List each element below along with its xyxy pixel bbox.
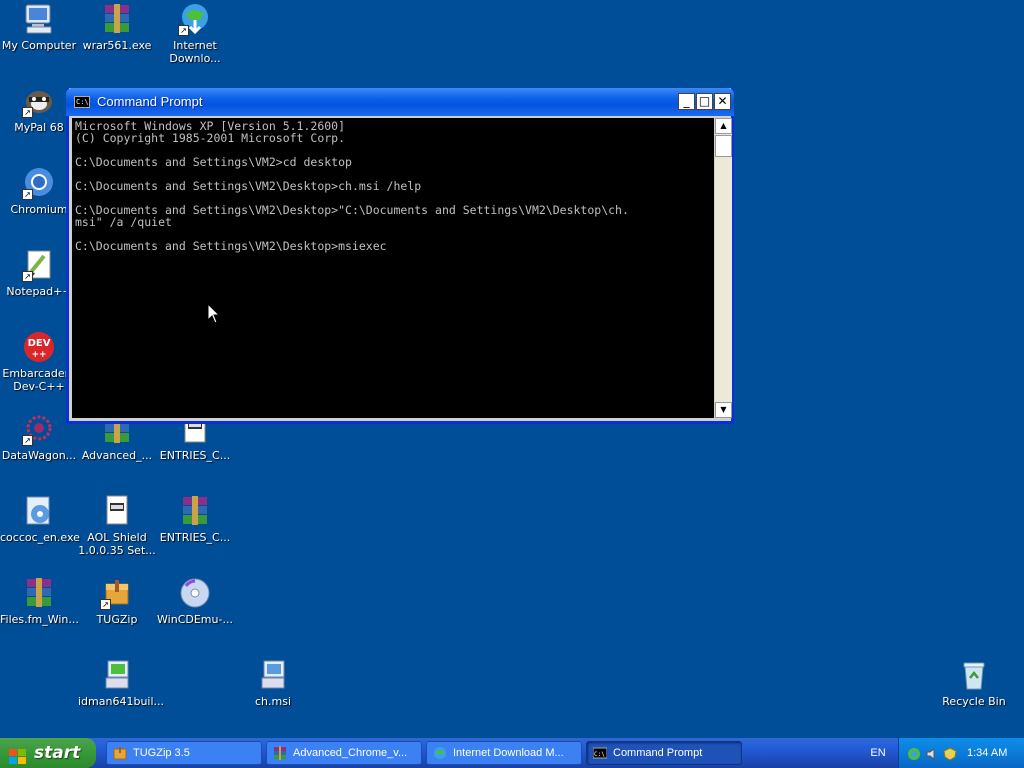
desktop-icon-entries-rar[interactable]: ENTRIES_C... (156, 494, 234, 544)
icon-label: idman641buil... (78, 695, 165, 708)
taskbar: start TUGZip 3.5 Advanced_Chrome_v... In… (0, 738, 1024, 768)
tugzip-icon (113, 746, 127, 760)
icon-label: Files.fm_Win... (0, 613, 79, 626)
cd-icon (178, 576, 212, 610)
icon-label: wrar561.exe (82, 39, 152, 52)
idm-icon (433, 746, 447, 760)
icon-label: Recycle Bin (942, 695, 1006, 708)
scroll-up-button[interactable]: ▲ (715, 118, 732, 134)
icon-label: DataWagon... (1, 449, 77, 462)
desktop-icon-wrar561[interactable]: wrar561.exe (78, 2, 156, 52)
window-title: Command Prompt (97, 94, 203, 109)
desktop-icon-my-computer[interactable]: My Computer (0, 2, 78, 52)
msi-icon (100, 494, 134, 528)
desktop-icon-recycle-bin[interactable]: Recycle Bin (935, 658, 1013, 708)
console-line: (C) Copyright 1985-2001 Microsoft Corp. (75, 131, 346, 145)
windows-flag-icon (9, 745, 27, 764)
task-label: TUGZip 3.5 (133, 747, 190, 759)
task-label: Advanced_Chrome_v... (293, 747, 408, 759)
icon-label: coccoc_en.exe (0, 531, 80, 544)
start-button[interactable]: start (0, 738, 96, 768)
console-line: C:\Documents and Settings\VM2\Desktop>ms… (75, 239, 387, 253)
security-icon[interactable] (943, 746, 957, 761)
console-output[interactable]: Microsoft Windows XP [Version 5.1.2600](… (72, 118, 714, 418)
icon-label: WinCDEmu-... (157, 613, 233, 626)
command-prompt-window[interactable]: C:\ Command Prompt _ □ ✕ Microsoft Windo… (66, 88, 734, 424)
minimize-button[interactable]: _ (678, 93, 695, 110)
vertical-scrollbar[interactable]: ▲ ▼ (715, 118, 732, 418)
cmd-icon: C:\ (592, 746, 608, 760)
winrar-icon (100, 2, 134, 36)
recycle-bin-icon (957, 658, 991, 692)
scroll-down-button[interactable]: ▼ (715, 402, 732, 418)
icon-label: AOL Shield 1.0.0.35 Set... (78, 531, 156, 557)
task-label: Command Prompt (613, 747, 703, 759)
clock: 1:34 AM (967, 747, 1008, 759)
chromium-icon: ↗ (22, 166, 56, 200)
network-icon[interactable] (907, 746, 921, 760)
taskbar-button-tugzip[interactable]: TUGZip 3.5 (106, 741, 262, 765)
icon-label: ch.msi (254, 695, 292, 708)
installer-icon (256, 658, 290, 692)
desktop-icon-idman[interactable]: idman641buil... (78, 658, 165, 708)
mypal-icon: ↗ (22, 84, 56, 118)
console-line: C:\Documents and Settings\VM2\Desktop>ch… (75, 179, 422, 193)
language-indicator[interactable]: EN (866, 738, 890, 768)
desktop-icon-tugzip[interactable]: ↗ TUGZip (78, 576, 156, 626)
datawagon-icon: ↗ (22, 412, 56, 446)
installer-icon (22, 494, 56, 528)
icon-label: Advanced_... (81, 449, 153, 462)
start-label: start (34, 743, 81, 763)
taskbar-button-command-prompt[interactable]: C:\ Command Prompt (586, 741, 742, 765)
shortcut-arrow-icon: ↗ (22, 189, 33, 200)
mouse-cursor-icon (207, 302, 221, 325)
desktop-icon-files-fm[interactable]: Files.fm_Win... (0, 576, 79, 626)
shortcut-arrow-icon: ↗ (22, 271, 33, 282)
scroll-thumb[interactable] (715, 135, 732, 157)
svg-text:C:\: C:\ (594, 751, 605, 758)
shortcut-arrow-icon: ↗ (100, 599, 111, 610)
winrar-icon (22, 576, 56, 610)
shortcut-arrow-icon: ↗ (22, 107, 33, 118)
console-line: C:\Documents and Settings\VM2>cd desktop (75, 155, 352, 169)
taskbar-button-advanced-chrome[interactable]: Advanced_Chrome_v... (266, 741, 422, 765)
desktop-icon-ch-msi[interactable]: ch.msi (234, 658, 312, 708)
maximize-button[interactable]: □ (696, 93, 713, 110)
volume-icon[interactable] (925, 746, 939, 760)
svg-text:++: ++ (31, 350, 46, 360)
svg-text:DEV: DEV (28, 338, 51, 349)
winrar-icon (178, 494, 212, 528)
taskbar-button-internet-download-manager[interactable]: Internet Download M... (426, 741, 582, 765)
console-line: msi" /a /quiet (75, 215, 172, 229)
shortcut-arrow-icon: ↗ (22, 435, 33, 446)
icon-label: ENTRIES_C... (159, 531, 231, 544)
close-button[interactable]: ✕ (714, 93, 731, 110)
winrar-icon (273, 746, 287, 760)
cmd-icon: C:\ (74, 96, 90, 108)
computer-icon (22, 2, 56, 36)
installer-icon (100, 658, 134, 692)
desktop-icon-coccoc[interactable]: coccoc_en.exe (0, 494, 80, 544)
tugzip-icon: ↗ (100, 576, 134, 610)
icon-label: TUGZip (96, 613, 138, 626)
icon-label: ENTRIES_C... (159, 449, 231, 462)
task-label: Internet Download M... (453, 747, 564, 759)
desktop-icon-aol-shield[interactable]: AOL Shield 1.0.0.35 Set... (78, 494, 156, 557)
devcpp-icon: DEV ++ (22, 330, 56, 364)
icon-label: My Computer (1, 39, 77, 52)
system-tray: 1:34 AM (898, 738, 1024, 768)
notepad-icon: ↗ (22, 248, 56, 282)
icon-label: Internet Downlo... (169, 39, 221, 65)
idm-icon: ↗ (178, 2, 212, 36)
title-bar[interactable]: C:\ Command Prompt _ □ ✕ (66, 88, 734, 116)
desktop-icon-internet-download-manager[interactable]: ↗ Internet Downlo... (156, 2, 234, 65)
desktop-icon-wincdemu[interactable]: WinCDEmu-... (156, 576, 234, 626)
shortcut-arrow-icon: ↗ (178, 25, 189, 36)
